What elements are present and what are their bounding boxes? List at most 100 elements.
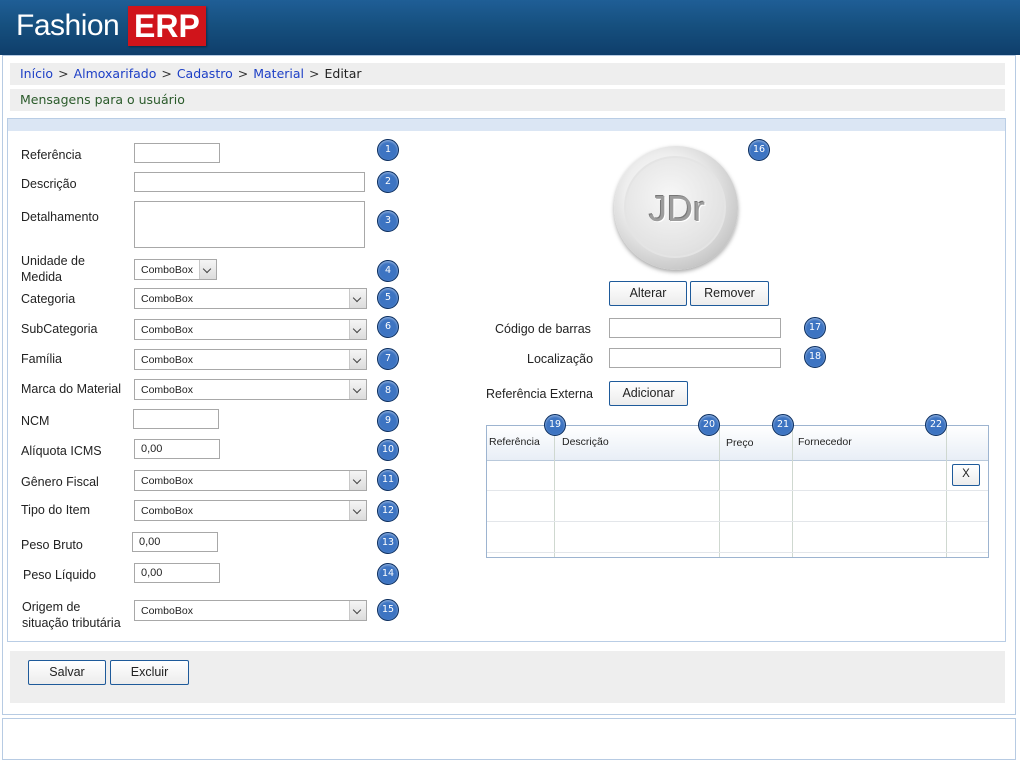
unidade-combobox-value: ComboBox [141, 264, 193, 276]
unidade-label-line2: Medida [21, 270, 62, 284]
subcategoria-combobox[interactable]: ComboBox [134, 319, 367, 340]
remover-image-button[interactable]: Remover [690, 281, 769, 306]
breadcrumb-separator: > [58, 66, 69, 81]
material-image: JDr [614, 146, 738, 270]
localizacao-input[interactable] [609, 348, 781, 368]
help-badge-7[interactable]: 7 [377, 348, 399, 370]
breadcrumb-material[interactable]: Material [253, 63, 304, 85]
origem-combobox-value: ComboBox [141, 605, 193, 617]
descricao-label: Descrição [21, 177, 77, 191]
tipo-label: Tipo do Item [21, 503, 91, 517]
ncm-label: NCM [21, 414, 50, 428]
descricao-input[interactable] [134, 172, 365, 192]
origem-label-line1: Origem de [22, 600, 81, 614]
icms-label: Alíquota ICMS [21, 444, 102, 458]
grid-divider [946, 426, 947, 557]
help-badge-21[interactable]: 21 [772, 414, 794, 436]
grid-divider [792, 426, 793, 557]
chevron-down-icon [349, 350, 366, 369]
icms-input[interactable]: 0,00 [134, 439, 220, 459]
marca-combobox-value: ComboBox [141, 384, 193, 396]
help-badge-19[interactable]: 19 [544, 414, 566, 436]
footer-frame [2, 718, 1016, 760]
help-badge-17[interactable]: 17 [804, 317, 826, 339]
tipo-combobox-value: ComboBox [141, 505, 193, 517]
peso-bruto-input[interactable]: 0,00 [132, 532, 218, 552]
codigo-barras-input[interactable] [609, 318, 781, 338]
codigo-barras-label: Código de barras [495, 322, 591, 336]
help-badge-22[interactable]: 22 [925, 414, 947, 436]
genero-combobox[interactable]: ComboBox [134, 470, 367, 491]
help-badge-1[interactable]: 1 [377, 139, 399, 161]
genero-combobox-value: ComboBox [141, 475, 193, 487]
chevron-down-icon [349, 380, 366, 399]
salvar-button[interactable]: Salvar [28, 660, 106, 685]
help-badge-5[interactable]: 5 [377, 287, 399, 309]
familia-combobox[interactable]: ComboBox [134, 349, 367, 370]
help-badge-10[interactable]: 10 [377, 439, 399, 461]
help-badge-16[interactable]: 16 [748, 139, 770, 161]
grid-header-descricao[interactable]: Descrição [562, 436, 609, 448]
help-badge-9[interactable]: 9 [377, 410, 399, 432]
help-badge-4[interactable]: 4 [377, 260, 399, 282]
material-image-inner: JDr [624, 156, 726, 258]
breadcrumb: Início > Almoxarifado > Cadastro > Material > Ed… [10, 63, 1005, 85]
alterar-image-button[interactable]: Alterar [609, 281, 687, 306]
delete-row-button[interactable]: X [952, 464, 980, 486]
localizacao-label: Localização [527, 352, 594, 366]
chevron-down-icon [199, 260, 216, 279]
help-badge-15[interactable]: 15 [377, 599, 399, 621]
grid-row-divider [487, 490, 988, 491]
help-badge-13[interactable]: 13 [377, 532, 399, 554]
grid-divider [554, 426, 555, 557]
unidade-label-line1: Unidade de [21, 254, 85, 268]
referencia-externa-label: Referência Externa [486, 387, 594, 401]
origem-combobox[interactable]: ComboBox [134, 600, 367, 621]
breadcrumb-separator: > [237, 66, 249, 81]
unidade-combobox[interactable]: ComboBox [134, 259, 217, 280]
breadcrumb-cadastro[interactable]: Cadastro [177, 63, 233, 85]
breadcrumb-inicio[interactable]: Início [20, 63, 53, 85]
breadcrumb-separator: > [161, 66, 172, 81]
help-badge-8[interactable]: 8 [377, 380, 399, 402]
breadcrumb-separator: > [309, 66, 320, 81]
grid-divider [719, 426, 720, 557]
logo-text: Fashion [16, 9, 120, 42]
help-badge-11[interactable]: 11 [377, 469, 399, 491]
help-badge-6[interactable]: 6 [377, 316, 399, 338]
grid-row-divider [487, 552, 988, 553]
genero-label: Gênero Fiscal [21, 475, 99, 489]
grid-header-preco[interactable]: Preço [726, 437, 753, 449]
excluir-button[interactable]: Excluir [110, 660, 189, 685]
peso-liquido-input[interactable]: 0,00 [134, 563, 220, 583]
user-messages-bar: Mensagens para o usuário [10, 89, 1005, 111]
grid-header-referencia[interactable]: Referência [489, 436, 540, 448]
categoria-combobox[interactable]: ComboBox [134, 288, 367, 309]
user-messages-label: Mensagens para o usuário [20, 92, 185, 107]
help-badge-14[interactable]: 14 [377, 563, 399, 585]
adicionar-button[interactable]: Adicionar [609, 381, 688, 406]
ncm-input[interactable] [133, 409, 219, 429]
origem-label-line2: situação tributária [22, 616, 121, 630]
subcategoria-combobox-value: ComboBox [141, 324, 193, 336]
grid-header-fornecedor[interactable]: Fornecedor [798, 436, 852, 448]
familia-label: Família [21, 352, 62, 366]
chevron-down-icon [349, 601, 366, 620]
help-badge-12[interactable]: 12 [377, 500, 399, 522]
breadcrumb-almoxarifado[interactable]: Almoxarifado [74, 63, 157, 85]
categoria-combobox-value: ComboBox [141, 293, 193, 305]
referencia-label: Referência [21, 148, 82, 162]
chevron-down-icon [349, 320, 366, 339]
external-reference-grid: Referência Descrição Preço Fornecedor X [486, 425, 989, 558]
panel-top-bar [8, 119, 1005, 131]
marca-label: Marca do Material [21, 382, 122, 396]
detalhamento-textarea[interactable] [134, 201, 365, 248]
help-badge-3[interactable]: 3 [377, 210, 399, 232]
help-badge-20[interactable]: 20 [698, 414, 720, 436]
referencia-input[interactable] [134, 143, 220, 163]
tipo-combobox[interactable]: ComboBox [134, 500, 367, 521]
help-badge-18[interactable]: 18 [804, 346, 826, 368]
marca-combobox[interactable]: ComboBox [134, 379, 367, 400]
categoria-label: Categoria [21, 292, 76, 306]
help-badge-2[interactable]: 2 [377, 171, 399, 193]
